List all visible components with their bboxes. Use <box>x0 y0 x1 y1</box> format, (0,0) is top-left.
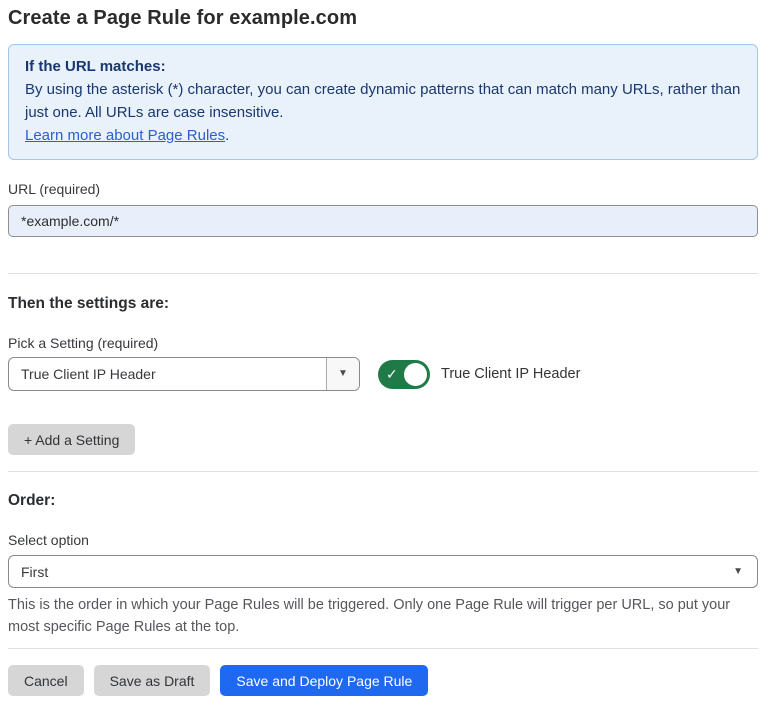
toggle-label: True Client IP Header <box>441 366 580 382</box>
setting-toggle[interactable]: ✓ <box>378 360 430 389</box>
order-select-label: Select option <box>8 532 758 548</box>
divider <box>8 471 758 472</box>
order-select[interactable]: First ▼ <box>8 555 758 588</box>
setting-select-value: True Client IP Header <box>9 358 326 390</box>
save-deploy-button[interactable]: Save and Deploy Page Rule <box>220 665 428 696</box>
info-box-link-line: Learn more about Page Rules. <box>25 124 741 147</box>
link-suffix: . <box>225 127 229 144</box>
info-box-body: By using the asterisk (*) character, you… <box>25 78 741 124</box>
setting-row: True Client IP Header ▼ ✓ True Client IP… <box>8 357 758 391</box>
order-select-value: First <box>21 564 733 580</box>
setting-select-arrow-box: ▼ <box>326 358 359 390</box>
page-rule-form: Create a Page Rule for example.com If th… <box>0 0 769 696</box>
chevron-down-icon: ▼ <box>338 369 348 379</box>
cancel-button[interactable]: Cancel <box>8 665 84 696</box>
settings-section-heading: Then the settings are: <box>8 295 758 313</box>
url-label: URL (required) <box>8 181 758 197</box>
pick-setting-label: Pick a Setting (required) <box>8 335 758 351</box>
url-match-info-box: If the URL matches: By using the asteris… <box>8 44 758 160</box>
footer-buttons: Cancel Save as Draft Save and Deploy Pag… <box>8 665 758 696</box>
save-draft-button[interactable]: Save as Draft <box>94 665 211 696</box>
setting-select[interactable]: True Client IP Header ▼ <box>8 357 360 391</box>
add-setting-button[interactable]: + Add a Setting <box>8 424 135 455</box>
divider <box>8 648 758 649</box>
divider <box>8 273 758 274</box>
chevron-down-icon: ▼ <box>733 567 743 577</box>
page-title: Create a Page Rule for example.com <box>8 7 758 30</box>
order-section-heading: Order: <box>8 492 758 510</box>
check-icon: ✓ <box>386 367 398 381</box>
learn-more-link[interactable]: Learn more about Page Rules <box>25 127 225 144</box>
order-help-text: This is the order in which your Page Rul… <box>8 594 748 638</box>
toggle-knob <box>402 361 429 388</box>
info-box-heading: If the URL matches: <box>25 55 741 78</box>
url-input[interactable] <box>8 205 758 237</box>
